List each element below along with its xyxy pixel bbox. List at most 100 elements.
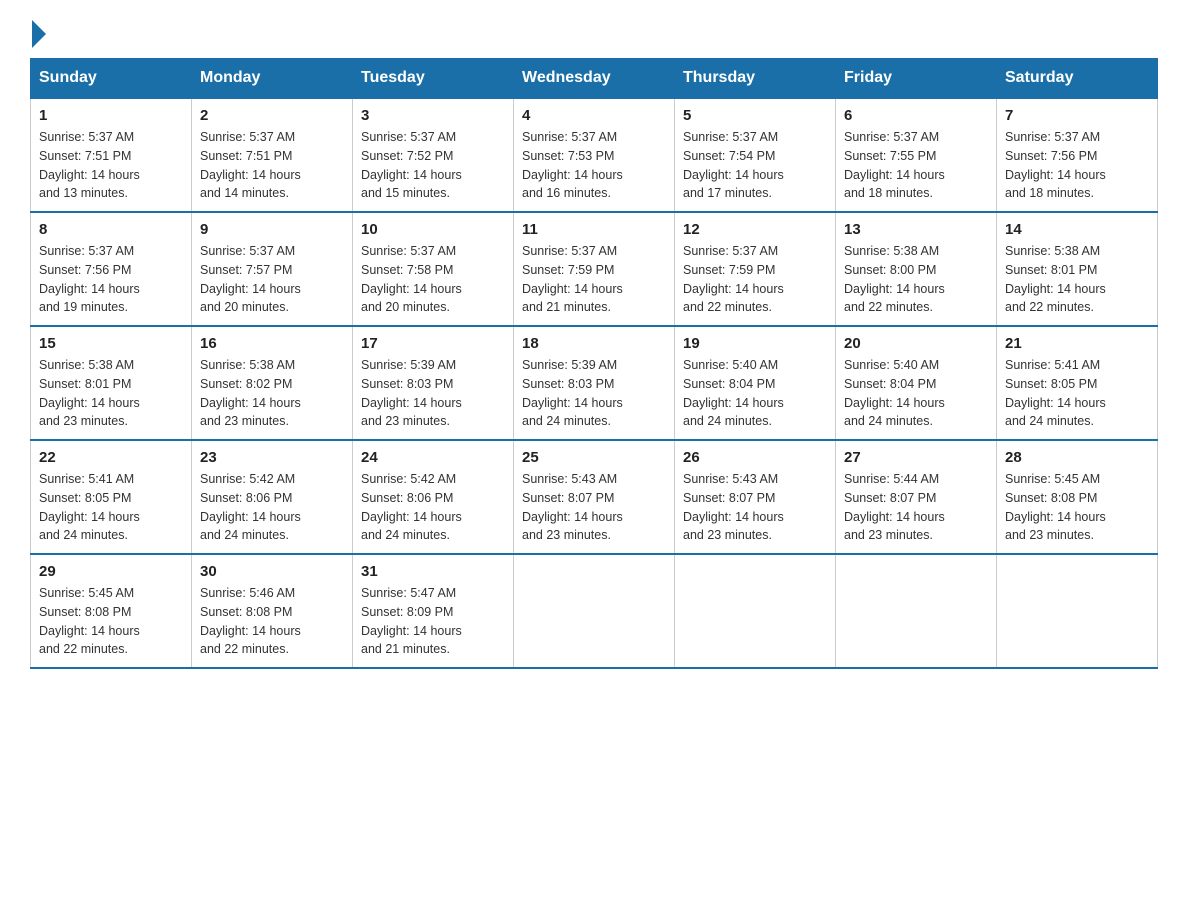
day-info: Sunrise: 5:47 AM Sunset: 8:09 PM Dayligh… — [361, 584, 505, 659]
day-info: Sunrise: 5:40 AM Sunset: 8:04 PM Dayligh… — [844, 356, 988, 431]
day-headers-row: SundayMondayTuesdayWednesdayThursdayFrid… — [31, 59, 1158, 99]
day-number: 28 — [1005, 449, 1149, 466]
calendar-cell: 24 Sunrise: 5:42 AM Sunset: 8:06 PM Dayl… — [353, 440, 514, 554]
day-info: Sunrise: 5:42 AM Sunset: 8:06 PM Dayligh… — [361, 470, 505, 545]
calendar-cell: 16 Sunrise: 5:38 AM Sunset: 8:02 PM Dayl… — [192, 326, 353, 440]
day-info: Sunrise: 5:41 AM Sunset: 8:05 PM Dayligh… — [39, 470, 183, 545]
calendar-cell: 21 Sunrise: 5:41 AM Sunset: 8:05 PM Dayl… — [997, 326, 1158, 440]
calendar-cell: 29 Sunrise: 5:45 AM Sunset: 8:08 PM Dayl… — [31, 554, 192, 668]
day-info: Sunrise: 5:37 AM Sunset: 7:59 PM Dayligh… — [683, 242, 827, 317]
day-number: 17 — [361, 335, 505, 352]
calendar-cell: 8 Sunrise: 5:37 AM Sunset: 7:56 PM Dayli… — [31, 212, 192, 326]
day-number: 8 — [39, 221, 183, 238]
calendar-cell: 11 Sunrise: 5:37 AM Sunset: 7:59 PM Dayl… — [514, 212, 675, 326]
logo — [30, 20, 48, 48]
day-info: Sunrise: 5:44 AM Sunset: 8:07 PM Dayligh… — [844, 470, 988, 545]
day-header-saturday: Saturday — [997, 59, 1158, 99]
day-info: Sunrise: 5:41 AM Sunset: 8:05 PM Dayligh… — [1005, 356, 1149, 431]
calendar-cell — [836, 554, 997, 668]
calendar-cell: 22 Sunrise: 5:41 AM Sunset: 8:05 PM Dayl… — [31, 440, 192, 554]
day-number: 1 — [39, 107, 183, 124]
week-row-3: 15 Sunrise: 5:38 AM Sunset: 8:01 PM Dayl… — [31, 326, 1158, 440]
logo-triangle-icon — [32, 20, 46, 48]
calendar-cell: 23 Sunrise: 5:42 AM Sunset: 8:06 PM Dayl… — [192, 440, 353, 554]
day-header-monday: Monday — [192, 59, 353, 99]
page-header — [30, 20, 1158, 48]
day-header-wednesday: Wednesday — [514, 59, 675, 99]
day-info: Sunrise: 5:43 AM Sunset: 8:07 PM Dayligh… — [522, 470, 666, 545]
day-number: 14 — [1005, 221, 1149, 238]
calendar-cell: 10 Sunrise: 5:37 AM Sunset: 7:58 PM Dayl… — [353, 212, 514, 326]
day-info: Sunrise: 5:40 AM Sunset: 8:04 PM Dayligh… — [683, 356, 827, 431]
calendar-cell: 20 Sunrise: 5:40 AM Sunset: 8:04 PM Dayl… — [836, 326, 997, 440]
calendar-body: 1 Sunrise: 5:37 AM Sunset: 7:51 PM Dayli… — [31, 98, 1158, 668]
calendar-cell: 3 Sunrise: 5:37 AM Sunset: 7:52 PM Dayli… — [353, 98, 514, 212]
day-info: Sunrise: 5:37 AM Sunset: 7:54 PM Dayligh… — [683, 128, 827, 203]
calendar-cell: 9 Sunrise: 5:37 AM Sunset: 7:57 PM Dayli… — [192, 212, 353, 326]
calendar-cell: 17 Sunrise: 5:39 AM Sunset: 8:03 PM Dayl… — [353, 326, 514, 440]
day-info: Sunrise: 5:42 AM Sunset: 8:06 PM Dayligh… — [200, 470, 344, 545]
calendar-cell: 2 Sunrise: 5:37 AM Sunset: 7:51 PM Dayli… — [192, 98, 353, 212]
day-number: 11 — [522, 221, 666, 238]
day-info: Sunrise: 5:37 AM Sunset: 7:53 PM Dayligh… — [522, 128, 666, 203]
day-info: Sunrise: 5:37 AM Sunset: 7:51 PM Dayligh… — [39, 128, 183, 203]
calendar-cell: 14 Sunrise: 5:38 AM Sunset: 8:01 PM Dayl… — [997, 212, 1158, 326]
day-number: 20 — [844, 335, 988, 352]
day-number: 23 — [200, 449, 344, 466]
week-row-2: 8 Sunrise: 5:37 AM Sunset: 7:56 PM Dayli… — [31, 212, 1158, 326]
day-number: 19 — [683, 335, 827, 352]
calendar-cell: 31 Sunrise: 5:47 AM Sunset: 8:09 PM Dayl… — [353, 554, 514, 668]
day-info: Sunrise: 5:37 AM Sunset: 7:59 PM Dayligh… — [522, 242, 666, 317]
day-header-sunday: Sunday — [31, 59, 192, 99]
week-row-5: 29 Sunrise: 5:45 AM Sunset: 8:08 PM Dayl… — [31, 554, 1158, 668]
day-number: 18 — [522, 335, 666, 352]
calendar-cell — [675, 554, 836, 668]
calendar-cell: 25 Sunrise: 5:43 AM Sunset: 8:07 PM Dayl… — [514, 440, 675, 554]
day-number: 2 — [200, 107, 344, 124]
day-header-friday: Friday — [836, 59, 997, 99]
day-header-thursday: Thursday — [675, 59, 836, 99]
calendar-cell: 12 Sunrise: 5:37 AM Sunset: 7:59 PM Dayl… — [675, 212, 836, 326]
day-number: 13 — [844, 221, 988, 238]
day-number: 16 — [200, 335, 344, 352]
day-number: 3 — [361, 107, 505, 124]
calendar-cell: 7 Sunrise: 5:37 AM Sunset: 7:56 PM Dayli… — [997, 98, 1158, 212]
week-row-1: 1 Sunrise: 5:37 AM Sunset: 7:51 PM Dayli… — [31, 98, 1158, 212]
day-info: Sunrise: 5:37 AM Sunset: 7:55 PM Dayligh… — [844, 128, 988, 203]
calendar-header: SundayMondayTuesdayWednesdayThursdayFrid… — [31, 59, 1158, 99]
day-info: Sunrise: 5:38 AM Sunset: 8:01 PM Dayligh… — [39, 356, 183, 431]
calendar-cell: 18 Sunrise: 5:39 AM Sunset: 8:03 PM Dayl… — [514, 326, 675, 440]
calendar-cell: 13 Sunrise: 5:38 AM Sunset: 8:00 PM Dayl… — [836, 212, 997, 326]
day-number: 24 — [361, 449, 505, 466]
calendar-cell: 26 Sunrise: 5:43 AM Sunset: 8:07 PM Dayl… — [675, 440, 836, 554]
day-header-tuesday: Tuesday — [353, 59, 514, 99]
calendar-cell — [514, 554, 675, 668]
calendar-cell: 27 Sunrise: 5:44 AM Sunset: 8:07 PM Dayl… — [836, 440, 997, 554]
day-number: 31 — [361, 563, 505, 580]
day-info: Sunrise: 5:38 AM Sunset: 8:02 PM Dayligh… — [200, 356, 344, 431]
day-info: Sunrise: 5:37 AM Sunset: 7:57 PM Dayligh… — [200, 242, 344, 317]
day-number: 6 — [844, 107, 988, 124]
day-info: Sunrise: 5:37 AM Sunset: 7:56 PM Dayligh… — [39, 242, 183, 317]
day-number: 4 — [522, 107, 666, 124]
day-info: Sunrise: 5:43 AM Sunset: 8:07 PM Dayligh… — [683, 470, 827, 545]
calendar-cell: 1 Sunrise: 5:37 AM Sunset: 7:51 PM Dayli… — [31, 98, 192, 212]
day-number: 7 — [1005, 107, 1149, 124]
day-number: 21 — [1005, 335, 1149, 352]
calendar-cell: 28 Sunrise: 5:45 AM Sunset: 8:08 PM Dayl… — [997, 440, 1158, 554]
calendar-cell: 19 Sunrise: 5:40 AM Sunset: 8:04 PM Dayl… — [675, 326, 836, 440]
day-number: 26 — [683, 449, 827, 466]
day-info: Sunrise: 5:38 AM Sunset: 8:00 PM Dayligh… — [844, 242, 988, 317]
calendar-cell: 15 Sunrise: 5:38 AM Sunset: 8:01 PM Dayl… — [31, 326, 192, 440]
day-number: 25 — [522, 449, 666, 466]
calendar-cell: 5 Sunrise: 5:37 AM Sunset: 7:54 PM Dayli… — [675, 98, 836, 212]
day-number: 5 — [683, 107, 827, 124]
day-info: Sunrise: 5:37 AM Sunset: 7:58 PM Dayligh… — [361, 242, 505, 317]
day-number: 12 — [683, 221, 827, 238]
calendar-cell: 6 Sunrise: 5:37 AM Sunset: 7:55 PM Dayli… — [836, 98, 997, 212]
day-number: 30 — [200, 563, 344, 580]
day-info: Sunrise: 5:37 AM Sunset: 7:52 PM Dayligh… — [361, 128, 505, 203]
calendar-cell: 30 Sunrise: 5:46 AM Sunset: 8:08 PM Dayl… — [192, 554, 353, 668]
day-info: Sunrise: 5:46 AM Sunset: 8:08 PM Dayligh… — [200, 584, 344, 659]
day-number: 29 — [39, 563, 183, 580]
